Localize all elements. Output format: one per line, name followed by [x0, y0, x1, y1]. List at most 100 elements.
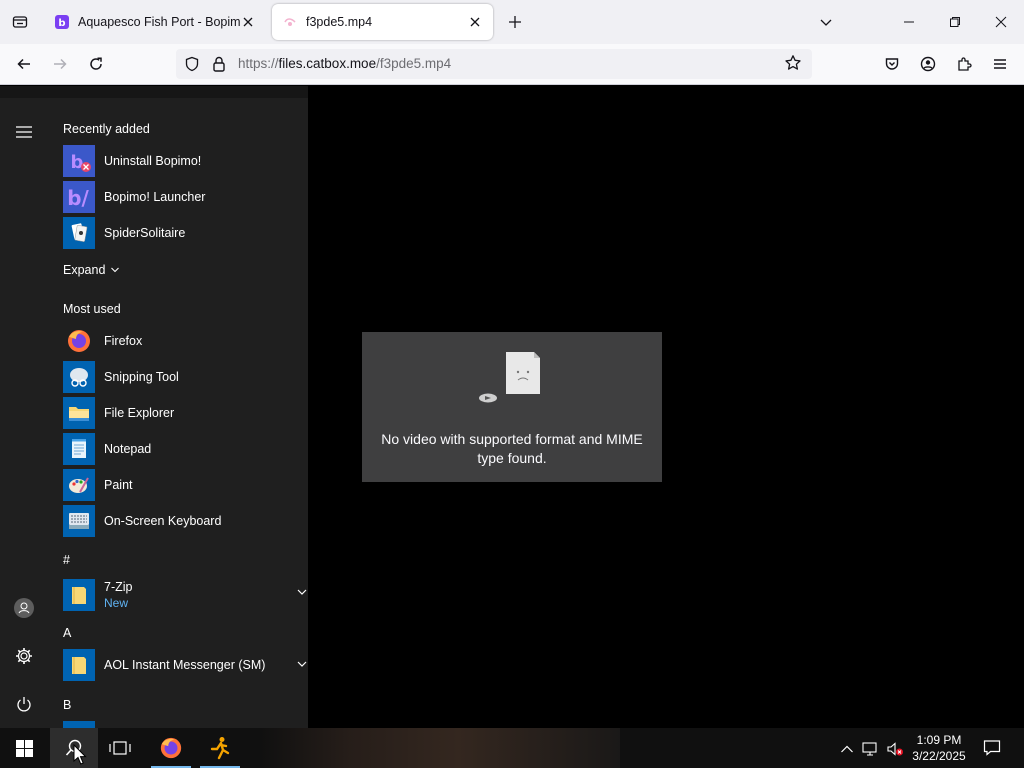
start-menu: Recently added b Uninstall Bopimo! b/ Bo… [0, 86, 308, 728]
url-scheme: https:// [238, 56, 279, 71]
app-partial-item[interactable] [63, 720, 308, 728]
account-icon[interactable] [914, 50, 942, 78]
bopimo-icon: b/ [63, 181, 95, 213]
notepad-icon [63, 433, 95, 465]
video-error-message: No video with supported format and MIME … [381, 431, 643, 466]
extensions-icon[interactable] [950, 50, 978, 78]
most-used-header: Most used [63, 302, 121, 316]
system-clock[interactable]: 1:09 PM 3/22/2025 [902, 732, 976, 764]
url-bar[interactable]: https://files.catbox.moe/f3pde5.mp4 [176, 49, 812, 79]
new-tab-icon[interactable] [503, 10, 527, 34]
group-letter-hash[interactable]: # [63, 553, 70, 567]
bopimo-icon: b [54, 14, 70, 30]
group-letter-b[interactable]: B [63, 698, 71, 712]
app-label: Firefox [104, 334, 143, 348]
lock-icon[interactable] [211, 55, 227, 78]
firefox-view-icon[interactable] [8, 10, 32, 34]
runner-app-icon[interactable] [196, 728, 244, 768]
hamburger-menu-icon[interactable] [986, 50, 1014, 78]
minimize-window-icon[interactable] [886, 0, 932, 44]
recently-added-header: Recently added [63, 122, 150, 136]
app-paint[interactable]: Paint [63, 468, 293, 502]
browser-tab-bar: b Aquapesco Fish Port - Bopimo! f3pde5.m… [0, 0, 1024, 44]
expand-label: Expand [63, 263, 106, 277]
app-uninstall-bopimo[interactable]: b Uninstall Bopimo! [63, 144, 293, 178]
settings-gear-icon[interactable] [8, 640, 40, 672]
app-bopimo-launcher[interactable]: b/ Bopimo! Launcher [63, 180, 293, 214]
user-account-icon[interactable] [8, 592, 40, 624]
app-label: Paint [104, 478, 133, 492]
close-window-icon[interactable] [978, 0, 1024, 44]
tab-title: f3pde5.mp4 [306, 15, 373, 29]
network-icon[interactable] [862, 740, 880, 758]
tracking-shield-icon[interactable] [184, 56, 200, 77]
tab-bopimo[interactable]: b Aquapesco Fish Port - Bopimo! [44, 4, 266, 40]
folder-icon [63, 397, 95, 429]
app-label: Notepad [104, 442, 152, 456]
new-badge: New [104, 596, 129, 610]
app-aol-instant-messenger-folder[interactable]: AOL Instant Messenger (SM) [63, 648, 308, 682]
app-label: Snipping Tool [104, 370, 179, 384]
tab-title: Aquapesco Fish Port - Bopimo! [78, 15, 240, 29]
expand-button[interactable]: Expand [63, 263, 120, 277]
mouse-cursor-icon [73, 743, 87, 768]
bopimo-uninstall-icon: b [63, 145, 95, 177]
app-label: File Explorer [104, 406, 175, 420]
app-label: Bopimo! Launcher [104, 190, 206, 204]
clock-time: 1:09 PM [916, 733, 962, 747]
firefox-icon [63, 325, 95, 357]
app-firefox[interactable]: Firefox [63, 324, 293, 358]
app-label: 7-Zip [104, 580, 133, 594]
close-tab-icon[interactable] [467, 14, 483, 30]
chevron-down-icon[interactable] [296, 586, 308, 598]
url-text[interactable]: https://files.catbox.moe/f3pde5.mp4 [238, 56, 451, 71]
folder-icon [63, 579, 95, 611]
app-tile-icon [63, 721, 95, 728]
chevron-down-icon[interactable] [814, 10, 838, 34]
start-icon[interactable] [0, 728, 48, 768]
task-view-icon[interactable] [96, 728, 144, 768]
svg-text:b: b [71, 152, 84, 173]
spider-solitaire-icon [63, 217, 95, 249]
svg-text:b/: b/ [67, 186, 89, 210]
tab-video[interactable]: f3pde5.mp4 [272, 4, 493, 40]
video-icon [282, 14, 298, 30]
close-tab-icon[interactable] [240, 14, 256, 30]
snipping-tool-icon [63, 361, 95, 393]
app-label: SpiderSolitaire [104, 226, 186, 240]
app-label: Uninstall Bopimo! [104, 154, 202, 168]
firefox-icon[interactable] [147, 728, 195, 768]
reload-icon[interactable] [82, 50, 110, 78]
url-host: files.catbox.moe [278, 56, 377, 71]
start-menu-rail [0, 98, 48, 728]
restore-window-icon[interactable] [932, 0, 978, 44]
app-7zip-folder[interactable]: 7-Zip New [63, 576, 308, 614]
app-notepad[interactable]: Notepad [63, 432, 293, 466]
chevron-up-icon[interactable] [838, 740, 856, 758]
chevron-down-icon[interactable] [296, 658, 308, 670]
app-file-explorer[interactable]: File Explorer [63, 396, 293, 430]
app-snipping-tool[interactable]: Snipping Tool [63, 360, 293, 394]
svg-text:b: b [58, 18, 65, 29]
back-arrow-icon[interactable] [10, 50, 38, 78]
url-path: /f3pde5.mp4 [376, 56, 452, 71]
power-icon[interactable] [8, 688, 40, 720]
bookmark-star-icon[interactable] [784, 54, 802, 77]
app-spider-solitaire[interactable]: SpiderSolitaire [63, 216, 293, 250]
clock-date: 3/22/2025 [912, 749, 966, 763]
app-on-screen-keyboard[interactable]: On-Screen Keyboard [63, 504, 293, 538]
forward-arrow-icon[interactable] [46, 50, 74, 78]
video-error-box: No video with supported format and MIME … [362, 332, 662, 482]
pocket-icon[interactable] [878, 50, 906, 78]
app-label: On-Screen Keyboard [104, 514, 222, 528]
taskbar-wallpaper-blur [260, 728, 620, 768]
folder-icon [63, 649, 95, 681]
browser-nav-bar: https://files.catbox.moe/f3pde5.mp4 [0, 44, 1024, 85]
action-center-icon[interactable] [968, 728, 1016, 768]
paint-icon [63, 469, 95, 501]
taskbar: 1:09 PM 3/22/2025 [0, 728, 1024, 768]
sad-file-icon [478, 350, 548, 406]
hamburger-menu-icon[interactable] [8, 116, 40, 148]
start-app-list[interactable]: Recently added b Uninstall Bopimo! b/ Bo… [48, 98, 308, 728]
group-letter-a[interactable]: A [63, 626, 71, 640]
